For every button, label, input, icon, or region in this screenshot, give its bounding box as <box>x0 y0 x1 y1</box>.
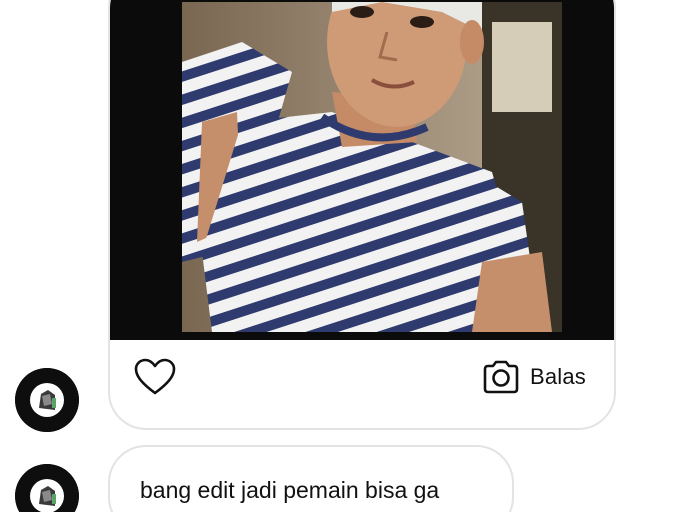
camera-icon <box>483 360 519 394</box>
chat-screen: Balas bang edit jadi pemain bisa ga <box>0 0 699 512</box>
heart-icon <box>134 358 176 395</box>
like-button[interactable] <box>132 354 178 400</box>
reply-label: Balas <box>529 364 586 389</box>
story-reply-footer: Balas <box>110 340 614 428</box>
avatar[interactable] <box>15 464 79 512</box>
avatar[interactable] <box>15 368 79 432</box>
reply-button[interactable]: Balas <box>480 354 586 400</box>
photo-scene <box>182 2 562 332</box>
message-bubble[interactable]: bang edit jadi pemain bisa ga <box>108 445 514 512</box>
avatar-image <box>15 464 79 512</box>
avatar-image <box>15 368 79 432</box>
story-reply-card: Balas <box>108 0 616 430</box>
story-photo[interactable] <box>110 0 614 340</box>
message-text: bang edit jadi pemain bisa ga <box>140 477 440 503</box>
